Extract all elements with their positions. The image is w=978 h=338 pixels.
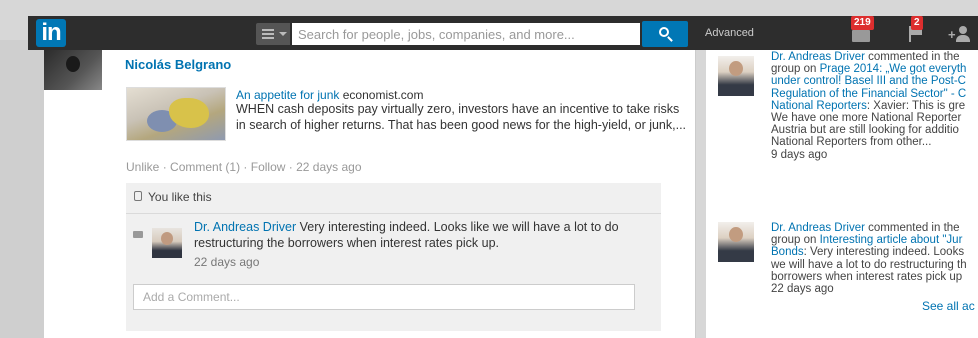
comment-link[interactable]: Comment (1) [170,160,240,174]
comment-icon [133,231,143,238]
activity-item: Dr. Andreas Driver commented in the grou… [771,51,978,161]
search-input[interactable] [292,23,640,45]
likes-and-comments: You like this Dr. Andreas Driver Very in… [126,183,661,331]
activity-discussion-link-cont[interactable]: Bonds [771,246,804,258]
person-icon [959,26,967,34]
top-navigation-bar: in Advanced 219 2 + [28,16,978,50]
post-time: 22 days ago [296,160,362,174]
activity-group-link[interactable]: National Reporters [771,100,867,112]
activity-author-link[interactable]: Dr. Andreas Driver [771,222,865,234]
menu-icon [262,29,274,31]
activity-discussion-link[interactable]: Interesting article about "Jur [820,234,963,246]
advanced-search-link[interactable]: Advanced [705,27,754,39]
add-connections-button[interactable]: + [946,24,972,44]
comment-body: Dr. Andreas Driver Very interesting inde… [194,220,654,251]
messages-count-badge: 219 [851,16,874,30]
actor-name-link[interactable]: Nicolás Belgrano [125,57,231,72]
activity-item: Dr. Andreas Driver commented in the grou… [771,222,978,295]
notifications-count-badge: 2 [911,16,923,30]
envelope-icon [852,30,870,42]
feed-update: Nicolás Belgrano An appetite for junk ec… [44,50,696,338]
share-title-link[interactable]: An appetite for junk [236,88,339,102]
search-category-dropdown[interactable] [256,23,290,45]
chevron-down-icon [279,32,287,36]
activity-sidebar: Dr. Andreas Driver commented in the grou… [706,50,978,338]
social-actions: Unlike · Comment (1) · Follow · 22 days … [126,160,362,174]
actor-avatar[interactable] [44,50,102,90]
activity-discussion-link-cont[interactable]: under control! Basel III and the Post-C [771,75,978,87]
comment-author-link[interactable]: Dr. Andreas Driver [194,220,296,234]
share-thumbnail[interactable] [126,87,226,141]
activity-author-link[interactable]: Dr. Andreas Driver [771,51,865,63]
share-title: An appetite for junk economist.com [236,88,423,102]
page-backdrop [0,40,44,338]
commenter-avatar[interactable] [152,228,182,258]
activity-discussion-link[interactable]: Prage 2014: „We got everyth [820,63,967,75]
activity-discussion-link-cont[interactable]: Regulation of the Financial Sector" - C [771,88,978,100]
see-all-activity-link[interactable]: See all ac [922,299,975,313]
add-comment-input[interactable] [133,284,635,310]
share-description: WHEN cash deposits pay virtually zero, i… [236,102,687,132]
thumbs-up-icon [134,191,142,201]
activity-avatar[interactable] [718,222,754,262]
plus-icon: + [948,27,956,42]
share-source: economist.com [342,88,424,102]
follow-link[interactable]: Follow [251,160,286,174]
activity-time: 22 days ago [771,283,834,296]
unlike-link[interactable]: Unlike [126,160,159,174]
likes-summary: You like this [148,190,212,204]
activity-avatar[interactable] [718,56,754,96]
comment-time: 22 days ago [194,255,260,269]
search-button[interactable] [642,21,688,47]
divider [126,213,661,214]
linkedin-logo[interactable]: in [36,19,66,47]
activity-time: 9 days ago [771,148,828,161]
